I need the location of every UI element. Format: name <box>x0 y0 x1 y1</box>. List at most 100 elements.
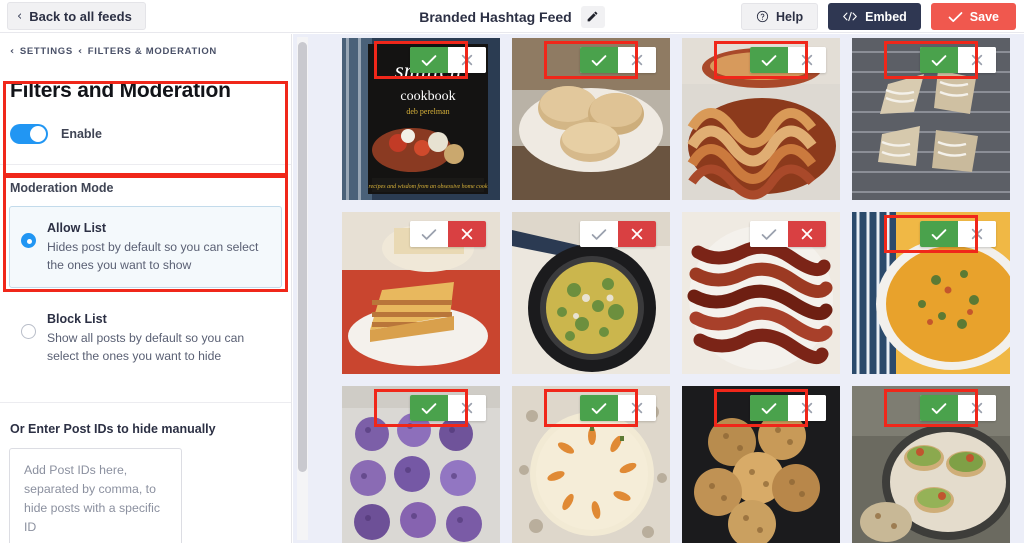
close-x-icon <box>801 54 813 66</box>
post-card[interactable] <box>342 212 500 374</box>
reject-post-button[interactable] <box>448 47 486 73</box>
embed-button[interactable]: Embed <box>828 3 921 30</box>
approve-post-button[interactable] <box>750 395 788 421</box>
page-title: Branded Hashtag Feed <box>419 8 572 25</box>
post-card[interactable] <box>682 212 840 374</box>
post-moderation-toggle <box>580 395 656 421</box>
approve-post-button[interactable] <box>750 221 788 247</box>
reject-post-button[interactable] <box>958 395 996 421</box>
question-circle-icon <box>756 10 769 23</box>
svg-text:recipes and wisdom from an obs: recipes and wisdom from an obsessive hom… <box>368 183 487 190</box>
check-icon <box>761 54 777 66</box>
check-icon <box>591 402 607 414</box>
check-icon <box>948 11 963 23</box>
post-grid: smitten cookbook deb perelman recipes an… <box>342 38 1018 543</box>
svg-text:deb perelman: deb perelman <box>406 107 449 116</box>
post-card[interactable]: smitten cookbook deb perelman recipes an… <box>342 38 500 200</box>
post-card[interactable] <box>342 386 500 543</box>
post-card[interactable] <box>852 38 1010 200</box>
vertical-scrollbar-thumb[interactable] <box>298 42 307 472</box>
save-button[interactable]: Save <box>930 3 1016 30</box>
post-card[interactable] <box>512 212 670 374</box>
edit-feed-name-button[interactable] <box>580 5 605 28</box>
check-icon <box>761 402 777 414</box>
breadcrumb: ‹ SETTINGS ‹ FILTERS & MODERATION <box>0 34 291 67</box>
close-x-icon <box>631 228 643 240</box>
reject-post-button[interactable] <box>618 221 656 247</box>
check-icon <box>931 402 947 414</box>
post-moderation-toggle <box>920 395 996 421</box>
post-moderation-toggle <box>920 47 996 73</box>
radio-button-block-list[interactable] <box>21 323 36 339</box>
approve-post-button[interactable] <box>920 395 958 421</box>
approve-post-button[interactable] <box>580 395 618 421</box>
chevron-left-icon: ‹ <box>77 46 83 57</box>
check-icon <box>931 54 947 66</box>
reject-post-button[interactable] <box>958 47 996 73</box>
check-icon <box>591 228 607 240</box>
pencil-icon <box>587 11 598 22</box>
approve-post-button[interactable] <box>410 47 448 73</box>
help-button[interactable]: Help <box>741 3 819 30</box>
post-card[interactable] <box>682 386 840 543</box>
approve-post-button[interactable] <box>580 221 618 247</box>
post-moderation-toggle <box>750 395 826 421</box>
check-icon <box>421 228 437 240</box>
approve-post-button[interactable] <box>750 47 788 73</box>
reject-post-button[interactable] <box>448 395 486 421</box>
breadcrumb-item-settings[interactable]: SETTINGS <box>20 46 73 57</box>
close-x-icon <box>801 228 813 240</box>
post-card[interactable] <box>682 38 840 200</box>
close-x-icon <box>801 402 813 414</box>
post-card[interactable] <box>512 386 670 543</box>
reject-post-button[interactable] <box>958 221 996 247</box>
reject-post-button[interactable] <box>618 395 656 421</box>
post-moderation-toggle <box>750 221 826 247</box>
post-moderation-toggle <box>410 47 486 73</box>
save-button-label: Save <box>969 9 999 24</box>
approve-post-button[interactable] <box>920 47 958 73</box>
close-x-icon <box>461 54 473 66</box>
radio-button-allow-list[interactable] <box>21 233 36 248</box>
check-icon <box>761 228 777 240</box>
block-list-title: Block List <box>47 311 107 326</box>
check-icon <box>931 228 947 240</box>
close-x-icon <box>971 402 983 414</box>
post-ids-label: Or Enter Post IDs to hide manually <box>10 421 216 436</box>
back-button-label: Back to all feeds <box>29 8 132 24</box>
chevron-left-icon: ‹ <box>17 8 23 24</box>
block-list-description: Show all posts by default so you can sel… <box>47 330 245 363</box>
post-card[interactable] <box>512 38 670 200</box>
approve-post-button[interactable] <box>410 395 448 421</box>
post-card[interactable] <box>852 212 1010 374</box>
reject-post-button[interactable] <box>788 221 826 247</box>
chevron-left-icon: ‹ <box>10 46 15 57</box>
post-moderation-toggle <box>580 47 656 73</box>
post-moderation-toggle <box>410 395 486 421</box>
breadcrumb-item-filters-moderation[interactable]: FILTERS & MODERATION <box>88 46 217 57</box>
approve-post-button[interactable] <box>410 221 448 247</box>
approve-post-button[interactable] <box>580 47 618 73</box>
close-x-icon <box>461 402 473 414</box>
code-brackets-icon <box>842 10 858 23</box>
check-icon <box>591 54 607 66</box>
post-card[interactable] <box>852 386 1010 543</box>
radio-option-allow-list[interactable]: Allow List Hides post by default so you … <box>9 206 282 288</box>
enable-label: Enable <box>61 127 102 141</box>
reject-post-button[interactable] <box>448 221 486 247</box>
settings-sidebar: ‹ SETTINGS ‹ FILTERS & MODERATION Filter… <box>0 34 292 543</box>
back-to-all-feeds-button[interactable]: ‹ Back to all feeds <box>7 2 146 30</box>
post-ids-input[interactable] <box>9 447 182 543</box>
embed-button-label: Embed <box>865 9 907 24</box>
reject-post-button[interactable] <box>788 395 826 421</box>
enable-toggle[interactable] <box>10 124 48 144</box>
reject-post-button[interactable] <box>788 47 826 73</box>
close-x-icon <box>631 402 643 414</box>
approve-post-button[interactable] <box>920 221 958 247</box>
radio-option-block-list[interactable]: Block List Show all posts by default so … <box>9 299 282 379</box>
post-moderation-toggle <box>920 221 996 247</box>
reject-post-button[interactable] <box>618 47 656 73</box>
post-moderation-toggle <box>580 221 656 247</box>
moderation-preview-pane: smitten cookbook deb perelman recipes an… <box>293 34 1024 543</box>
close-x-icon <box>971 228 983 240</box>
